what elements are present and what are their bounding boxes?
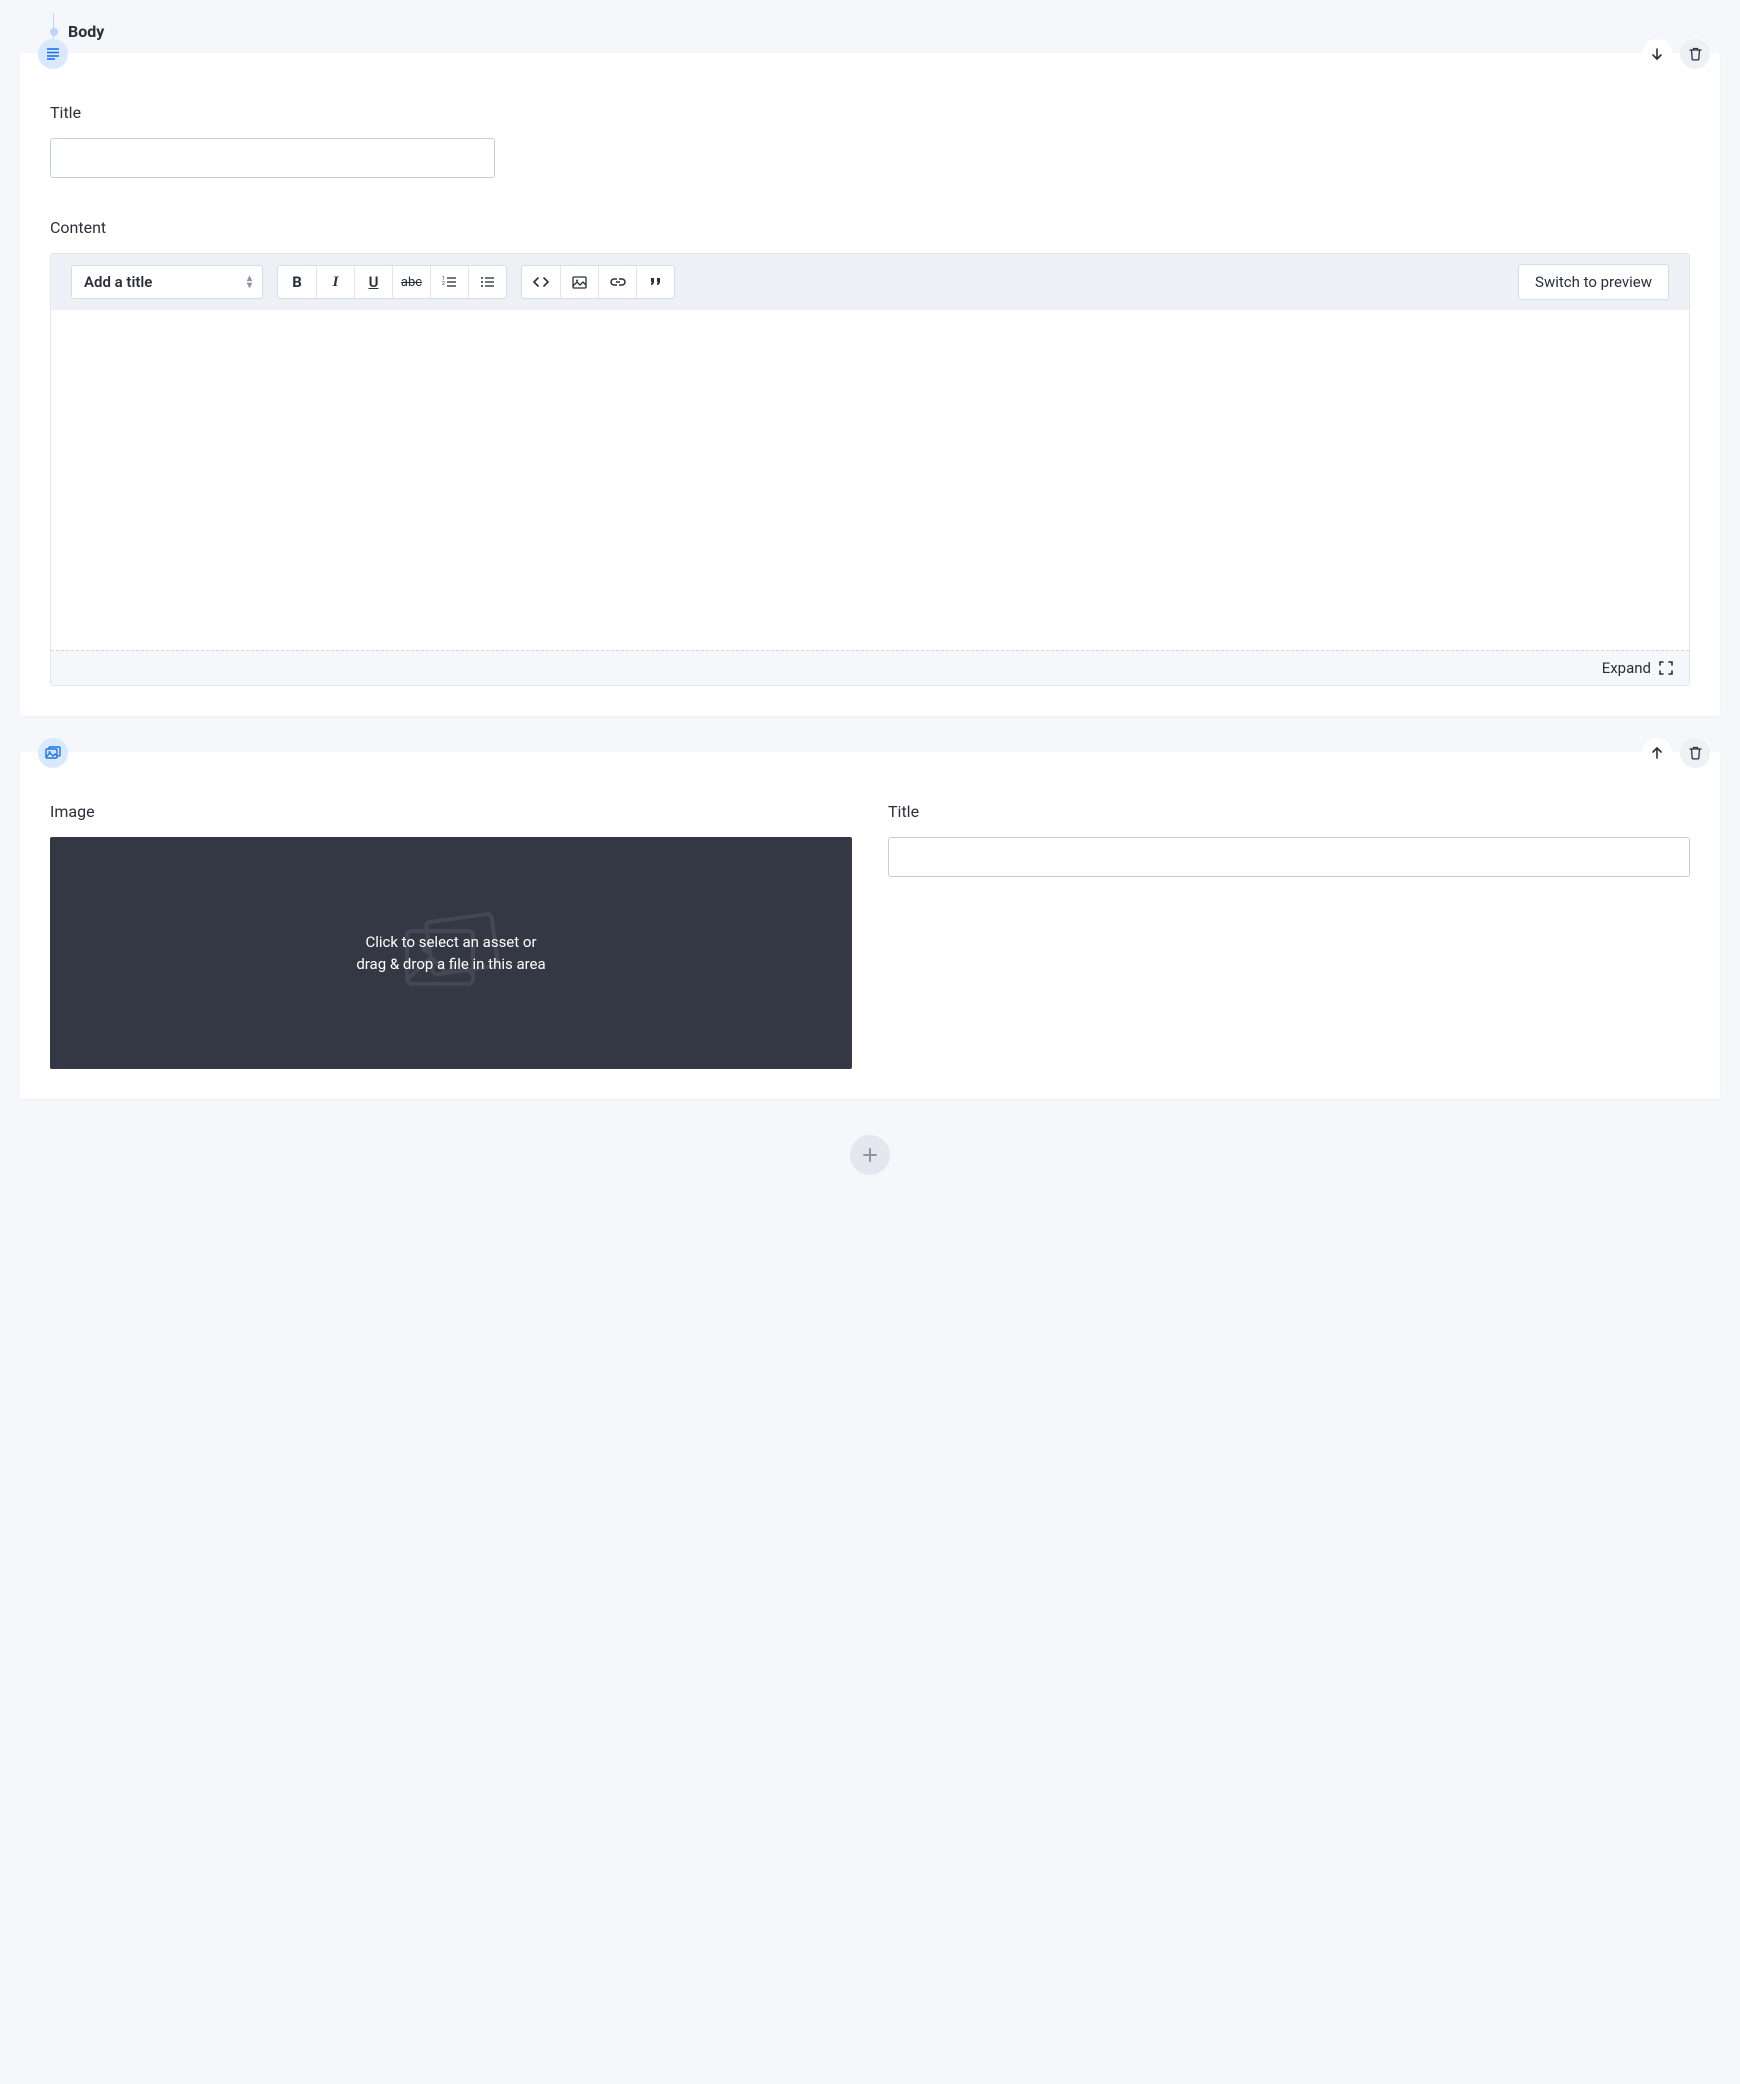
link-icon — [610, 277, 626, 287]
italic-icon: I — [333, 274, 339, 291]
chevron-updown-icon: ▴▾ — [247, 275, 252, 289]
ordered-list-icon: 1 2 — [442, 276, 457, 288]
format-group-basic: B I U abc 1 2 — [277, 265, 507, 299]
delete-button[interactable] — [1680, 738, 1710, 768]
expand-label: Expand — [1602, 659, 1651, 677]
add-block-button[interactable] — [850, 1135, 890, 1175]
image-title-label: Title — [888, 802, 1690, 821]
image-title-input[interactable] — [888, 837, 1690, 877]
dropzone-line2: drag & drop a file in this area — [356, 953, 545, 976]
editor-textarea[interactable] — [51, 310, 1689, 650]
section-body-header: Body — [50, 22, 1720, 41]
editor-toolbar: Add a title ▴▾ B I U abc 1 2 — [51, 254, 1689, 310]
unordered-list-button[interactable] — [468, 266, 506, 298]
arrow-up-icon — [1650, 746, 1664, 760]
text-lines-icon — [46, 48, 60, 60]
strike-icon: abc — [401, 275, 422, 290]
section-dot — [50, 28, 58, 36]
ordered-list-button[interactable]: 1 2 — [430, 266, 468, 298]
italic-button[interactable]: I — [316, 266, 354, 298]
image-block-badge — [38, 738, 68, 768]
title-label: Title — [50, 103, 1690, 122]
section-label: Body — [68, 22, 104, 41]
plus-icon — [862, 1147, 878, 1163]
move-up-button[interactable] — [1642, 738, 1672, 768]
format-group-insert — [521, 265, 675, 299]
delete-button[interactable] — [1680, 39, 1710, 69]
expand-button[interactable]: Expand — [51, 650, 1689, 685]
quote-button[interactable] — [636, 266, 674, 298]
code-button[interactable] — [522, 266, 560, 298]
image-dropzone[interactable]: Click to select an asset or drag & drop … — [50, 837, 852, 1069]
arrow-down-icon — [1650, 47, 1664, 61]
text-block-badge — [38, 39, 68, 69]
switch-preview-button[interactable]: Switch to preview — [1518, 264, 1669, 300]
image-block-card: Image Click to select an asset or drag &… — [20, 752, 1720, 1099]
image-icon — [572, 276, 587, 289]
title-input[interactable] — [50, 138, 495, 178]
switch-preview-label: Switch to preview — [1535, 273, 1652, 291]
code-icon — [533, 276, 549, 288]
trash-icon — [1689, 47, 1702, 61]
quote-icon — [649, 276, 663, 288]
dropzone-text: Click to select an asset or drag & drop … — [356, 931, 545, 976]
image-button[interactable] — [560, 266, 598, 298]
underline-icon: U — [369, 273, 379, 291]
heading-select-label: Add a title — [84, 273, 152, 291]
unordered-list-icon — [480, 276, 495, 288]
bold-button[interactable]: B — [278, 266, 316, 298]
strike-button[interactable]: abc — [392, 266, 430, 298]
bold-icon: B — [292, 273, 302, 291]
text-block-card: Title Content Add a title ▴▾ B I U abc — [20, 53, 1720, 716]
heading-select[interactable]: Add a title ▴▾ — [71, 265, 263, 299]
dropzone-line1: Click to select an asset or — [356, 931, 545, 954]
images-icon — [45, 746, 61, 760]
underline-button[interactable]: U — [354, 266, 392, 298]
content-label: Content — [50, 218, 1690, 237]
content-editor: Add a title ▴▾ B I U abc 1 2 — [50, 253, 1690, 686]
svg-text:2: 2 — [442, 281, 445, 287]
expand-icon — [1659, 661, 1673, 675]
link-button[interactable] — [598, 266, 636, 298]
trash-icon — [1689, 746, 1702, 760]
image-label: Image — [50, 802, 852, 821]
move-down-button[interactable] — [1642, 39, 1672, 69]
